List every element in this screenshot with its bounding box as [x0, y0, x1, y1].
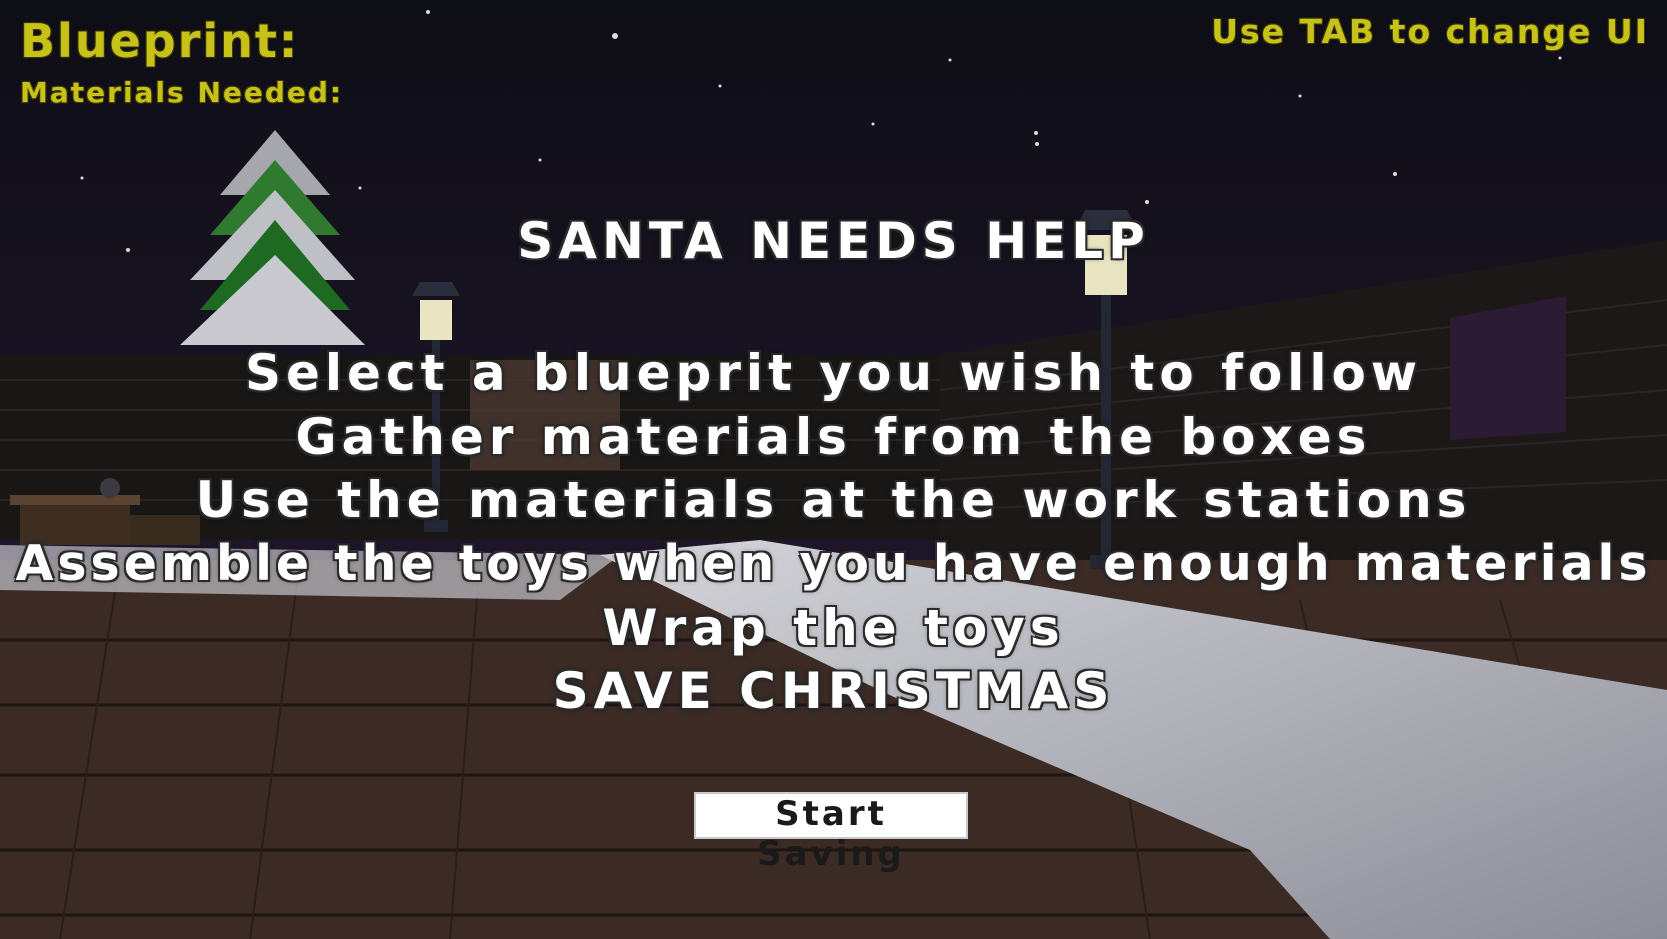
blueprint-title: Blueprint:	[20, 14, 300, 68]
intro-step-gather-materials: Gather materials from the boxes	[295, 408, 1372, 466]
intro-headline: SANTA NEEDS HELP	[517, 212, 1150, 270]
intro-step-select-blueprint: Select a blueprit you wish to follow	[244, 344, 1423, 402]
intro-step-wrap-toys: Wrap the toys	[602, 599, 1065, 657]
tab-ui-hint: Use TAB to change UI	[1211, 12, 1649, 51]
intro-step-use-work-stations: Use the materials at the work stations	[195, 471, 1472, 529]
intro-step-assemble-toys: Assemble the toys when you have enough m…	[15, 535, 1652, 592]
materials-needed-label: Materials Needed:	[20, 76, 344, 109]
start-saving-button[interactable]: Start Saving	[694, 792, 968, 874]
intro-step-save-christmas: SAVE CHRISTMAS	[552, 662, 1115, 720]
